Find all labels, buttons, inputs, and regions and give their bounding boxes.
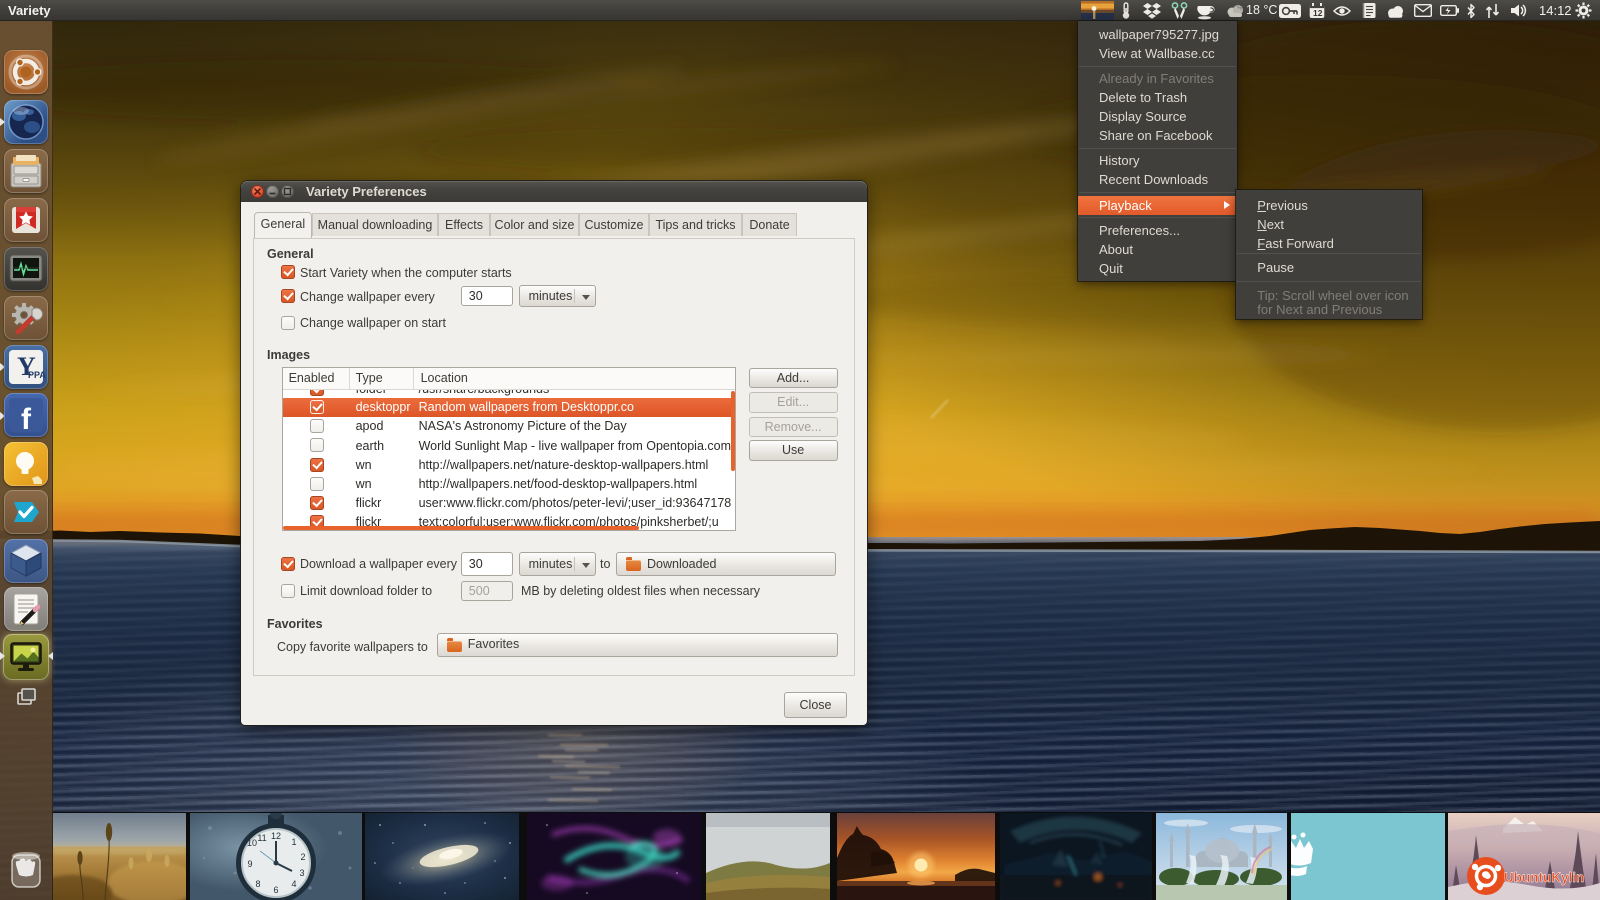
svg-text:10: 10: [247, 838, 257, 848]
svg-text:PPA: PPA: [28, 370, 46, 380]
svg-text:1: 1: [291, 837, 296, 847]
svg-text:12: 12: [1313, 8, 1323, 18]
svg-text:11: 11: [257, 833, 266, 843]
svg-text:8: 8: [255, 879, 260, 889]
svg-text:12: 12: [271, 831, 281, 841]
svg-text:UbuntuKylin: UbuntuKylin: [1504, 870, 1584, 885]
svg-text:2: 2: [300, 852, 305, 862]
svg-text:3: 3: [299, 868, 304, 878]
svg-text:9: 9: [247, 859, 252, 869]
svg-text:6: 6: [273, 885, 278, 895]
svg-text:4: 4: [291, 879, 296, 889]
svg-text:f: f: [21, 403, 32, 436]
